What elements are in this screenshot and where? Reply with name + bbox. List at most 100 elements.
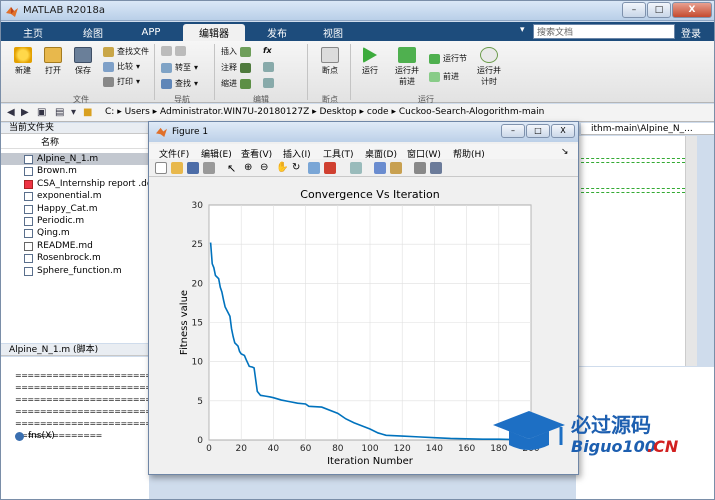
new-button[interactable]: 新建 <box>9 47 37 76</box>
run-advance-button[interactable]: 运行并 前进 <box>389 47 425 87</box>
advance-button[interactable]: 前进 <box>429 71 459 82</box>
open-button[interactable]: 打开 <box>39 47 67 76</box>
print-icon[interactable] <box>203 162 215 174</box>
new-figure-icon[interactable] <box>155 162 167 174</box>
word-doc-icon <box>24 179 33 189</box>
file-item[interactable]: Qing.m <box>1 227 149 239</box>
figure-menu-item[interactable]: 插入(I) <box>283 147 311 160</box>
path-segment[interactable]: code <box>367 107 389 117</box>
smart-indent-button[interactable] <box>263 78 274 88</box>
y-tick-label: 15 <box>192 319 203 329</box>
dock-arrow-icon[interactable]: ↘ <box>561 147 569 157</box>
tab-editor[interactable]: 编辑器 <box>183 24 245 41</box>
search-input[interactable] <box>533 24 675 39</box>
column-header-name[interactable]: 名称 <box>1 137 149 149</box>
nav-back-button[interactable] <box>161 46 186 56</box>
tab-view[interactable]: 视图 <box>307 24 359 41</box>
run-time-button[interactable]: 运行并 计时 <box>471 47 507 87</box>
goto-button[interactable]: 转至 ▾ <box>161 62 198 73</box>
command-window[interactable]: ========================================… <box>1 357 264 499</box>
m-file-icon <box>24 155 33 164</box>
file-item[interactable]: Sphere_function.m <box>1 265 149 277</box>
save-icon[interactable] <box>187 162 199 174</box>
pan-icon[interactable]: ✋ <box>276 162 288 174</box>
up-folder-icon[interactable]: ▣ <box>37 107 46 118</box>
figure-menu-item[interactable]: 帮助(H) <box>453 147 485 160</box>
x-tick-label: 80 <box>332 444 344 454</box>
path-segment[interactable]: Desktop <box>320 107 357 117</box>
open-file-icon[interactable] <box>171 162 183 174</box>
show-tools-icon[interactable] <box>430 162 442 174</box>
data-cursor-icon[interactable] <box>308 162 320 174</box>
pointer-icon[interactable]: ↖ <box>227 162 239 175</box>
tab-apps[interactable]: APP <box>127 24 175 41</box>
tab-plots[interactable]: 绘图 <box>73 24 113 41</box>
watermark-tld: .CN <box>647 437 679 456</box>
save-button[interactable]: 保存 <box>69 47 97 76</box>
figure-menu-item[interactable]: 编辑(E) <box>201 147 232 160</box>
comment-toggle-button[interactable] <box>263 62 274 72</box>
editor-tab[interactable]: ithm-main\Alpine_N_... <box>581 123 714 135</box>
help-question-icon[interactable]: ▾ <box>520 25 532 38</box>
figure-menu-item[interactable]: 桌面(D) <box>365 147 397 160</box>
figure-menu-item[interactable]: 文件(F) <box>159 147 189 160</box>
file-item[interactable]: CSA_Internship report .docx <box>1 178 149 190</box>
browse-folder-icon[interactable]: ▤ <box>55 107 64 118</box>
editor-body[interactable] <box>576 136 685 366</box>
file-item[interactable]: exponential.m <box>1 190 149 202</box>
run-section-button[interactable]: 运行节 <box>429 53 467 64</box>
figure-maximize-button[interactable]: □ <box>526 124 550 138</box>
file-item[interactable]: Happy_Cat.m <box>1 203 149 215</box>
x-tick-label: 60 <box>300 444 312 454</box>
zoom-out-icon[interactable]: ⊖ <box>260 162 272 174</box>
figure-menu-item[interactable]: 窗口(W) <box>407 147 441 160</box>
close-button[interactable]: X <box>672 2 712 18</box>
path-segment[interactable]: C: <box>105 107 114 117</box>
insert-button[interactable]: 插入 <box>221 46 251 57</box>
file-item[interactable]: Brown.m <box>1 165 149 177</box>
compare-button[interactable]: 比较 ▾ <box>103 61 140 72</box>
figure-close-button[interactable]: X <box>551 124 575 138</box>
rotate-icon[interactable]: ↻ <box>292 162 304 174</box>
indent-button[interactable]: 缩进 <box>221 78 251 89</box>
file-item[interactable]: Periodic.m <box>1 215 149 227</box>
find-button[interactable]: 查找 ▾ <box>161 78 198 89</box>
file-name: Qing.m <box>37 228 70 239</box>
figure-minimize-button[interactable]: – <box>501 124 525 138</box>
find-file-button[interactable]: 查找文件 <box>103 46 149 57</box>
maximize-button[interactable]: □ <box>647 2 671 18</box>
file-item[interactable]: Rosenbrock.m <box>1 252 149 264</box>
zoom-in-icon[interactable]: ⊕ <box>244 162 256 174</box>
back-arrow-icon[interactable]: ◀ <box>7 107 15 118</box>
chevron-down-icon[interactable]: ▾ <box>71 107 76 118</box>
minimize-button[interactable]: – <box>622 2 646 18</box>
path-segment[interactable]: Administrator.WIN7U-20180127Z <box>160 107 309 117</box>
path-segment[interactable]: Cuckoo-Search-Alogorithm-main <box>399 107 545 117</box>
fx-button[interactable]: fx <box>263 46 272 55</box>
path-separator: ▸ <box>149 107 161 117</box>
login-button[interactable]: 登录 <box>681 25 701 40</box>
run-button[interactable]: 运行 <box>356 47 384 76</box>
file-item[interactable]: README.md <box>1 240 149 252</box>
matlab-logo-icon <box>156 127 167 137</box>
address-path[interactable]: C: ▸ Users ▸ Administrator.WIN7U-2018012… <box>105 107 544 117</box>
figure-menu-item[interactable]: 查看(V) <box>241 147 272 160</box>
colorbar-icon[interactable] <box>374 162 386 174</box>
forward-arrow-icon[interactable]: ▶ <box>21 107 29 118</box>
breakpoints-button[interactable]: 断点 <box>315 47 345 76</box>
link-icon[interactable] <box>350 162 362 174</box>
figure-menu-item[interactable]: 工具(T) <box>323 147 354 160</box>
hide-tools-icon[interactable] <box>414 162 426 174</box>
file-item[interactable]: Alpine_N_1.m <box>1 153 149 165</box>
editor-scrollbar[interactable] <box>685 136 697 366</box>
tab-home[interactable]: 主页 <box>13 24 53 41</box>
tab-publish[interactable]: 发布 <box>253 24 301 41</box>
y-tick-label: 30 <box>192 201 204 211</box>
chevron-down-icon: ▾ <box>136 62 141 71</box>
brush-icon[interactable] <box>324 162 336 174</box>
legend-icon[interactable] <box>390 162 402 174</box>
y-tick-label: 10 <box>192 358 204 368</box>
print-button[interactable]: 打印 ▾ <box>103 76 140 87</box>
comment-button[interactable]: 注释 <box>221 62 251 73</box>
path-segment[interactable]: Users <box>125 107 150 117</box>
